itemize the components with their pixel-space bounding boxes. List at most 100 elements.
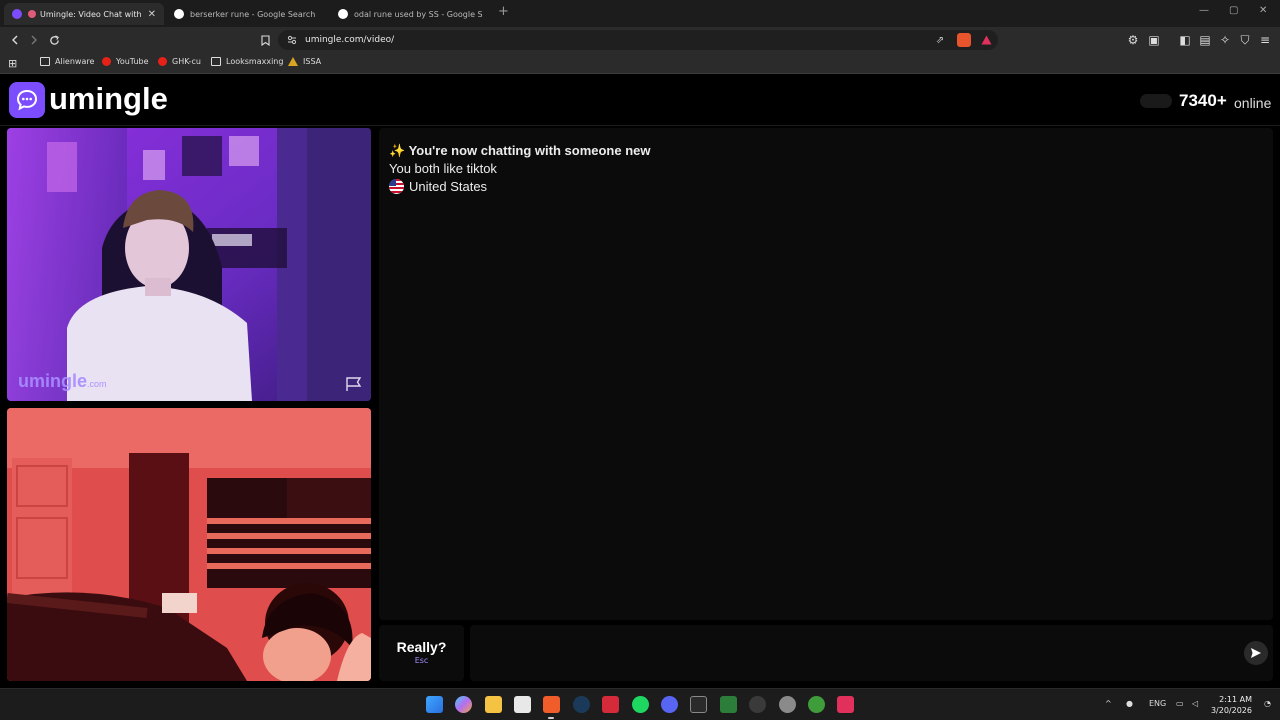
- xbox-app-icon[interactable]: [720, 696, 737, 713]
- new-tab-icon[interactable]: +: [498, 4, 509, 19]
- forward-icon[interactable]: [25, 31, 43, 49]
- extensions-icon[interactable]: ⚙: [1124, 31, 1142, 49]
- chat-log: ✨ You're now chatting with someone new Y…: [379, 128, 1273, 620]
- league-client-icon[interactable]: [749, 696, 766, 713]
- steam-icon[interactable]: [573, 696, 590, 713]
- bookmark-youtube[interactable]: YouTube: [102, 57, 149, 66]
- discord-icon[interactable]: [661, 696, 678, 713]
- umingle-page: umingle 7340+ online umingle.com ✨ You'r…: [0, 75, 1280, 685]
- window-close-icon[interactable]: ✕: [1259, 5, 1267, 16]
- bookmark-looksmaxxing[interactable]: Looksmaxxing: [211, 57, 283, 66]
- browser-toolbar: umingle.com/video/ ⇗ ⚙ ▣ ◧ ▤ ✧ ⛉ ≡: [0, 27, 1280, 53]
- youtube-icon: [158, 57, 167, 66]
- bookmark-label: ISSA: [303, 57, 322, 66]
- message-input[interactable]: [470, 625, 1273, 681]
- start-icon[interactable]: [426, 696, 443, 713]
- folder-icon: [211, 57, 221, 66]
- valorant-icon[interactable]: [602, 696, 619, 713]
- bookmark-ghk-cu[interactable]: GHK-cu: [158, 57, 201, 66]
- maximize-icon[interactable]: ▢: [1229, 5, 1238, 16]
- system-clock[interactable]: 2:11 AM 3/20/2026: [1208, 694, 1252, 716]
- clock-time: 2:11 AM: [1219, 695, 1252, 704]
- menu-icon[interactable]: ≡: [1256, 31, 1274, 49]
- file-explorer-icon[interactable]: [485, 696, 502, 713]
- minimize-icon[interactable]: —: [1199, 5, 1209, 16]
- online-toggle[interactable]: [1140, 94, 1172, 108]
- epic-games-icon[interactable]: [690, 696, 707, 713]
- bookmark-icon[interactable]: [256, 31, 274, 49]
- notifications-icon[interactable]: ◔: [1264, 699, 1271, 708]
- vpn-icon[interactable]: ⛉: [1236, 31, 1254, 49]
- tab-berserker-rune[interactable]: berserker rune - Google Search: [166, 3, 326, 25]
- header-divider: [0, 125, 1280, 126]
- url-text: umingle.com/video/: [305, 35, 395, 45]
- bookmarks-bar: ⊞ Alienware YouTube GHK-cu Looksmaxxing …: [0, 53, 1280, 74]
- skip-button[interactable]: Really? Esc: [379, 625, 464, 681]
- tab-bar: Umingle: Video Chat with Stra ✕ berserke…: [0, 0, 1280, 27]
- share-icon[interactable]: ⇗: [933, 33, 947, 47]
- show-hidden-icons-icon[interactable]: ^: [1105, 699, 1112, 708]
- self-video-frame: [7, 408, 371, 681]
- stranger-country: United States: [389, 179, 487, 194]
- issa-icon: [288, 57, 298, 66]
- chat-status-text: You're now chatting with someone new: [408, 143, 651, 158]
- google-favicon-icon: [174, 9, 184, 19]
- back-icon[interactable]: [6, 31, 24, 49]
- brand-name[interactable]: umingle: [49, 81, 168, 117]
- flag-poster: [207, 478, 371, 588]
- address-bar[interactable]: umingle.com/video/ ⇗: [278, 30, 998, 50]
- network-icon[interactable]: ▭: [1176, 699, 1184, 708]
- tab-odal-rune[interactable]: odal rune used by SS - Google Search: [330, 3, 490, 25]
- bookmark-label: Alienware: [55, 57, 95, 66]
- wallet-icon[interactable]: ▣: [1145, 31, 1163, 49]
- bookmark-label: GHK-cu: [172, 57, 201, 66]
- tab-title: berserker rune - Google Search: [190, 9, 316, 19]
- watermark-text: umingle: [18, 371, 88, 391]
- tab-title: odal rune used by SS - Google Search: [354, 9, 482, 19]
- microphone-icon[interactable]: ●: [1126, 699, 1133, 708]
- us-flag-icon: [389, 179, 404, 194]
- shared-interest: You both like tiktok: [389, 161, 497, 176]
- recording-icon: [28, 10, 36, 18]
- tab-umingle[interactable]: Umingle: Video Chat with Stra ✕: [4, 3, 164, 25]
- volume-icon[interactable]: ◁: [1192, 699, 1198, 708]
- copilot-icon[interactable]: [455, 696, 472, 713]
- settings-icon[interactable]: [779, 696, 796, 713]
- tab-close-icon[interactable]: ✕: [148, 9, 156, 20]
- clock-date: 3/20/2026: [1210, 706, 1252, 715]
- stranger-video: umingle.com: [7, 128, 371, 401]
- self-video: [7, 408, 371, 681]
- leo-ai-icon[interactable]: ✧: [1216, 31, 1234, 49]
- bookmark-alienware[interactable]: Alienware: [40, 57, 94, 66]
- brave-browser-icon[interactable]: [543, 696, 560, 713]
- bookmark-label: Looksmaxxing: [226, 57, 284, 66]
- tab-title: Umingle: Video Chat with Stra: [40, 9, 142, 19]
- umingle-logo-icon[interactable]: [9, 82, 45, 118]
- online-label: online: [1234, 95, 1272, 111]
- windows-taskbar: ^ ● ENG ▭ ◁ 2:11 AM 3/20/2026 ◔: [0, 688, 1280, 720]
- umingle-favicon-icon: [12, 9, 22, 19]
- brave-shield-icon[interactable]: [957, 33, 971, 47]
- sidebar-icon[interactable]: ◧: [1176, 31, 1194, 49]
- sparkles-icon: ✨: [389, 143, 406, 158]
- send-icon: [1251, 648, 1261, 658]
- bookmark-label: YouTube: [116, 57, 149, 66]
- reload-icon[interactable]: [45, 31, 63, 49]
- watermark-suffix: .com: [87, 379, 107, 389]
- chat-status-title: ✨ You're now chatting with someone new: [389, 143, 651, 159]
- bookmark-issa[interactable]: ISSA: [288, 57, 321, 66]
- brave-rewards-icon[interactable]: [979, 33, 993, 47]
- umingle-watermark: umingle.com: [18, 371, 107, 392]
- site-info-icon[interactable]: [287, 35, 297, 45]
- brave-nightly-icon[interactable]: [837, 696, 854, 713]
- online-count: 7340+: [1179, 91, 1227, 110]
- send-button[interactable]: [1244, 641, 1268, 665]
- spotify-icon[interactable]: [632, 696, 649, 713]
- microsoft-store-icon[interactable]: [514, 696, 531, 713]
- input-language[interactable]: ENG: [1149, 699, 1166, 708]
- apps-grid-icon[interactable]: ⊞: [8, 57, 17, 70]
- razer-icon[interactable]: [808, 696, 825, 713]
- skip-button-label: Really?: [396, 639, 447, 655]
- tab-manager-icon[interactable]: ▤: [1196, 31, 1214, 49]
- report-flag-icon[interactable]: [345, 376, 363, 392]
